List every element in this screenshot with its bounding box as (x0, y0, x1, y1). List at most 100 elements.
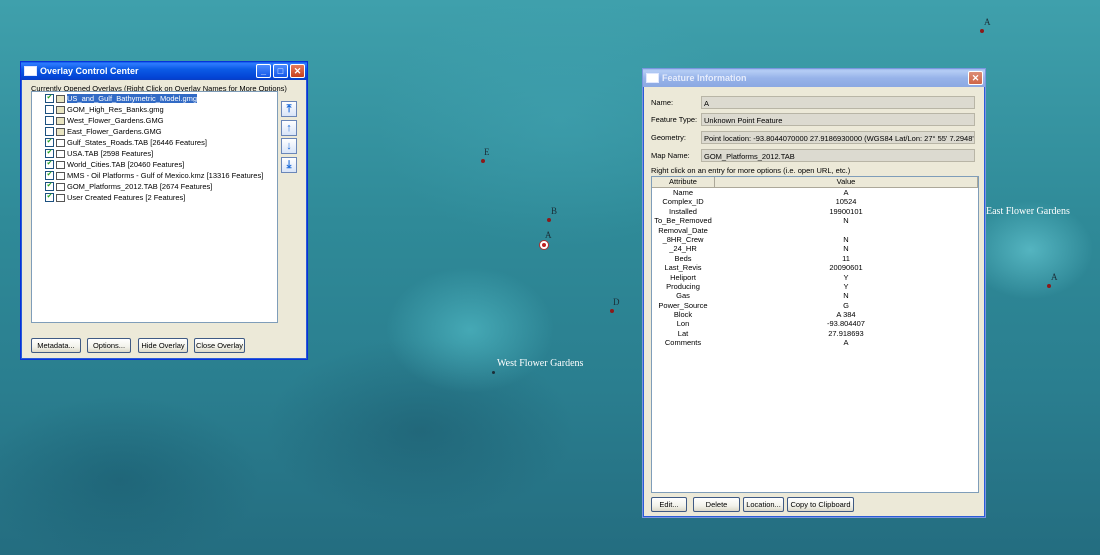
raster-layer-icon (56, 116, 65, 125)
attribute-name-cell: Name (672, 188, 693, 197)
overlay-item[interactable]: East_Flower_Gardens.GMG (32, 126, 277, 137)
geometry-field[interactable]: Point location: -93.8044070000 27.918693… (701, 131, 975, 144)
overlay-item[interactable]: ✔ GOM_Platforms_2012.TAB [2674 Features] (32, 181, 277, 192)
value-column-header[interactable]: Value (715, 177, 978, 187)
close-overlay-button[interactable]: Close Overlay (194, 338, 245, 353)
attribute-value-cell: 19900101 (829, 206, 863, 216)
table-row[interactable]: To_Be_Removed N (652, 216, 978, 225)
place-label-east-flower-gardens: East Flower Gardens (986, 206, 1070, 217)
place-point (492, 371, 495, 374)
overlay-list[interactable]: ✔ US_and_Gulf_Bathymetric_Model.gmg GOM_… (31, 91, 278, 323)
table-row[interactable]: Power_Source G (652, 301, 978, 310)
attribute-value-cell: 27.918693 (828, 328, 864, 338)
copy-to-clipboard-button[interactable]: Copy to Clipboard (787, 497, 854, 512)
map-name-field-row: Map Name: GOM_Platforms_2012.TAB (651, 149, 975, 162)
overlay-name: GOM_High_Res_Banks.gmg (67, 105, 164, 114)
move-down-button[interactable]: ↓ (281, 138, 297, 154)
selected-feature-marker[interactable] (539, 240, 549, 250)
table-row[interactable]: _24_HR N (652, 244, 978, 253)
options-button[interactable]: Options... (87, 338, 131, 353)
metadata-button[interactable]: Metadata... (31, 338, 81, 353)
table-row[interactable]: Complex_ID 10524 (652, 197, 978, 206)
table-row[interactable]: _8HR_Crew N (652, 235, 978, 244)
raster-layer-icon (56, 94, 65, 103)
platform-point[interactable] (610, 309, 614, 313)
minimize-button[interactable]: _ (256, 64, 271, 78)
table-row[interactable]: Beds 11 (652, 254, 978, 263)
table-row[interactable]: Block A 384 (652, 310, 978, 319)
table-row[interactable]: Producing Y (652, 282, 978, 291)
platform-point[interactable] (1047, 284, 1051, 288)
feature-type-field[interactable]: Unknown Point Feature (701, 113, 975, 126)
attribute-name-cell: Removal_Date (658, 225, 708, 235)
map-name-field[interactable]: GOM_Platforms_2012.TAB (701, 149, 975, 162)
edit-button[interactable]: Edit... (651, 497, 687, 512)
attribute-name-cell: Comments (664, 338, 702, 348)
platform-point[interactable] (547, 218, 551, 222)
point-label: A (984, 17, 991, 27)
overlay-item[interactable]: GOM_High_Res_Banks.gmg (32, 104, 277, 115)
point-label: E (484, 147, 490, 157)
attribute-table[interactable]: Attribute Value Name A Complex_ID 10524 Inst… (651, 176, 979, 493)
attribute-value-cell: 10524 (835, 197, 857, 207)
window-icon (646, 73, 659, 83)
table-row[interactable]: Lat 27.918693 (652, 329, 978, 338)
attribute-value-cell: Y (843, 281, 849, 291)
table-row[interactable]: Comments A (652, 338, 978, 347)
overlay-item[interactable]: ✔ User Created Features [2 Features] (32, 192, 277, 203)
table-row[interactable]: Gas N (652, 291, 978, 300)
table-row[interactable]: Name A (652, 188, 978, 197)
overlay-checkbox[interactable]: ✔ (45, 160, 54, 169)
overlay-checkbox[interactable]: ✔ (45, 149, 54, 158)
attribute-name-cell: Producing (666, 281, 700, 291)
overlay-checkbox[interactable]: ✔ (45, 171, 54, 180)
close-button[interactable]: ✕ (968, 71, 983, 85)
overlay-name: West_Flower_Gardens.GMG (67, 116, 164, 125)
overlay-item[interactable]: ✔ Gulf_States_Roads.TAB [26446 Features] (32, 137, 277, 148)
attribute-value-cell: Y (843, 272, 849, 282)
overlay-checkbox[interactable]: ✔ (45, 94, 54, 103)
window-icon (24, 66, 37, 76)
attribute-value-cell: N (843, 291, 849, 301)
overlay-item[interactable]: ✔ MMS - Oil Platforms - Gulf of Mexico.k… (32, 170, 277, 181)
overlay-name: USA.TAB [2598 Features] (67, 149, 154, 158)
move-up-button[interactable]: ↑ (281, 120, 297, 136)
overlay-item[interactable]: ✔ USA.TAB [2598 Features] (32, 148, 277, 159)
table-row[interactable]: Installed 19900101 (652, 207, 978, 216)
point-label: B (551, 206, 558, 216)
overlay-checkbox[interactable] (45, 105, 54, 114)
move-to-bottom-button[interactable]: ⤓ (281, 157, 297, 173)
feature-window-title: Feature Information (662, 73, 747, 83)
maximize-button[interactable]: □ (273, 64, 288, 78)
table-row[interactable]: Lon -93.804407 (652, 319, 978, 328)
overlay-checkbox[interactable]: ✔ (45, 182, 54, 191)
overlay-item[interactable]: ✔ US_and_Gulf_Bathymetric_Model.gmg (32, 93, 277, 104)
feature-type-label: Feature Type: (651, 115, 698, 124)
overlay-item[interactable]: ✔ World_Cities.TAB [20460 Features] (32, 159, 277, 170)
attribute-column-header[interactable]: Attribute (652, 177, 715, 187)
delete-button[interactable]: Delete (693, 497, 740, 512)
move-to-top-button[interactable]: ⤒ (281, 101, 297, 117)
overlay-checkbox[interactable]: ✔ (45, 138, 54, 147)
name-field[interactable]: A (701, 96, 975, 109)
overlay-item[interactable]: West_Flower_Gardens.GMG (32, 115, 277, 126)
overlay-checkbox[interactable]: ✔ (45, 193, 54, 202)
table-row[interactable]: Heliport Y (652, 273, 978, 282)
platform-point[interactable] (980, 29, 984, 33)
overlay-checkbox[interactable] (45, 116, 54, 125)
platform-point[interactable] (481, 159, 485, 163)
overlay-window-titlebar[interactable]: Overlay Control Center _ □ ✕ (21, 62, 307, 80)
hide-overlay-button[interactable]: Hide Overlay (138, 338, 188, 353)
attribute-name-cell: Block (673, 310, 693, 320)
location-button[interactable]: Location... (743, 497, 784, 512)
attribute-name-cell: Lon (676, 319, 690, 329)
attribute-value-cell: -93.804407 (827, 319, 865, 329)
overlay-checkbox[interactable] (45, 127, 54, 136)
close-button[interactable]: ✕ (290, 64, 305, 78)
table-row[interactable]: Last_Revis 20090601 (652, 263, 978, 272)
table-row[interactable]: Removal_Date (652, 226, 978, 235)
attribute-value-cell: A (843, 188, 849, 197)
feature-window-titlebar[interactable]: Feature Information ✕ (643, 69, 985, 87)
name-label: Name: (651, 98, 674, 107)
overlay-name: East_Flower_Gardens.GMG (67, 127, 162, 136)
